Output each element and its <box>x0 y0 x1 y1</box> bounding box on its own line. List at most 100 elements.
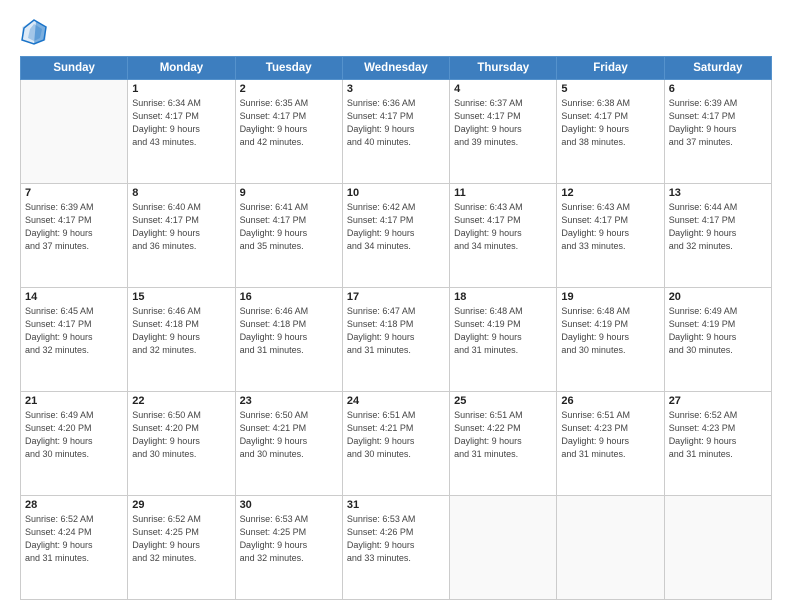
cell-info: Sunrise: 6:51 AM Sunset: 4:23 PM Dayligh… <box>561 409 659 461</box>
calendar-cell: 2 Sunrise: 6:35 AM Sunset: 4:17 PM Daylig… <box>235 80 342 184</box>
cell-info: Sunrise: 6:45 AM Sunset: 4:17 PM Dayligh… <box>25 305 123 357</box>
cell-info: Sunrise: 6:46 AM Sunset: 4:18 PM Dayligh… <box>240 305 338 357</box>
cell-info: Sunrise: 6:49 AM Sunset: 4:19 PM Dayligh… <box>669 305 767 357</box>
cell-info: Sunrise: 6:44 AM Sunset: 4:17 PM Dayligh… <box>669 201 767 253</box>
cell-info: Sunrise: 6:46 AM Sunset: 4:18 PM Dayligh… <box>132 305 230 357</box>
cell-info: Sunrise: 6:40 AM Sunset: 4:17 PM Dayligh… <box>132 201 230 253</box>
logo-icon <box>20 18 48 46</box>
calendar-week-1: 7 Sunrise: 6:39 AM Sunset: 4:17 PM Daylig… <box>21 184 772 288</box>
calendar-cell: 8 Sunrise: 6:40 AM Sunset: 4:17 PM Daylig… <box>128 184 235 288</box>
day-number: 1 <box>132 83 230 95</box>
cell-info: Sunrise: 6:52 AM Sunset: 4:25 PM Dayligh… <box>132 513 230 565</box>
day-number: 25 <box>454 395 552 407</box>
cell-info: Sunrise: 6:52 AM Sunset: 4:24 PM Dayligh… <box>25 513 123 565</box>
calendar-cell: 13 Sunrise: 6:44 AM Sunset: 4:17 PM Dayli… <box>664 184 771 288</box>
cell-info: Sunrise: 6:48 AM Sunset: 4:19 PM Dayligh… <box>561 305 659 357</box>
cell-info: Sunrise: 6:34 AM Sunset: 4:17 PM Dayligh… <box>132 97 230 149</box>
header <box>20 18 772 46</box>
day-number: 19 <box>561 291 659 303</box>
cell-info: Sunrise: 6:48 AM Sunset: 4:19 PM Dayligh… <box>454 305 552 357</box>
calendar-cell: 29 Sunrise: 6:52 AM Sunset: 4:25 PM Dayli… <box>128 496 235 600</box>
calendar-week-3: 21Sunrise: 6:49 AM Sunset: 4:20 PM Dayli… <box>21 392 772 496</box>
calendar-cell: 9Sunrise: 6:41 AM Sunset: 4:17 PM Daylig… <box>235 184 342 288</box>
cell-info: Sunrise: 6:50 AM Sunset: 4:20 PM Dayligh… <box>132 409 230 461</box>
weekday-sunday: Sunday <box>21 57 128 80</box>
logo <box>20 18 52 46</box>
weekday-wednesday: Wednesday <box>342 57 449 80</box>
cell-info: Sunrise: 6:51 AM Sunset: 4:21 PM Dayligh… <box>347 409 445 461</box>
cell-info: Sunrise: 6:43 AM Sunset: 4:17 PM Dayligh… <box>454 201 552 253</box>
calendar-cell: 30 Sunrise: 6:53 AM Sunset: 4:25 PM Dayli… <box>235 496 342 600</box>
day-number: 24 <box>347 395 445 407</box>
day-number: 27 <box>669 395 767 407</box>
cell-info: Sunrise: 6:39 AM Sunset: 4:17 PM Dayligh… <box>669 97 767 149</box>
calendar-cell: 12 Sunrise: 6:43 AM Sunset: 4:17 PM Dayli… <box>557 184 664 288</box>
calendar-cell: 7 Sunrise: 6:39 AM Sunset: 4:17 PM Daylig… <box>21 184 128 288</box>
day-number: 22 <box>132 395 230 407</box>
cell-info: Sunrise: 6:35 AM Sunset: 4:17 PM Dayligh… <box>240 97 338 149</box>
day-number: 5 <box>561 83 659 95</box>
calendar-cell: 31 Sunrise: 6:53 AM Sunset: 4:26 PM Dayli… <box>342 496 449 600</box>
day-number: 21 <box>25 395 123 407</box>
day-number: 7 <box>25 187 123 199</box>
cell-info: Sunrise: 6:43 AM Sunset: 4:17 PM Dayligh… <box>561 201 659 253</box>
cell-info: Sunrise: 6:39 AM Sunset: 4:17 PM Dayligh… <box>25 201 123 253</box>
cell-info: Sunrise: 6:42 AM Sunset: 4:17 PM Dayligh… <box>347 201 445 253</box>
calendar-cell: 14 Sunrise: 6:45 AM Sunset: 4:17 PM Dayli… <box>21 288 128 392</box>
calendar-cell: 24 Sunrise: 6:51 AM Sunset: 4:21 PM Dayli… <box>342 392 449 496</box>
day-number: 31 <box>347 499 445 511</box>
cell-info: Sunrise: 6:51 AM Sunset: 4:22 PM Dayligh… <box>454 409 552 461</box>
calendar-cell: 21Sunrise: 6:49 AM Sunset: 4:20 PM Dayli… <box>21 392 128 496</box>
day-number: 17 <box>347 291 445 303</box>
day-number: 10 <box>347 187 445 199</box>
cell-info: Sunrise: 6:38 AM Sunset: 4:17 PM Dayligh… <box>561 97 659 149</box>
calendar-cell: 15 Sunrise: 6:46 AM Sunset: 4:18 PM Dayli… <box>128 288 235 392</box>
day-number: 2 <box>240 83 338 95</box>
day-number: 14 <box>25 291 123 303</box>
day-number: 29 <box>132 499 230 511</box>
day-number: 23 <box>240 395 338 407</box>
calendar-cell: 20 Sunrise: 6:49 AM Sunset: 4:19 PM Dayli… <box>664 288 771 392</box>
calendar-cell: 3 Sunrise: 6:36 AM Sunset: 4:17 PM Daylig… <box>342 80 449 184</box>
calendar-cell: 17 Sunrise: 6:47 AM Sunset: 4:18 PM Dayli… <box>342 288 449 392</box>
calendar-cell <box>557 496 664 600</box>
calendar-cell: 5 Sunrise: 6:38 AM Sunset: 4:17 PM Daylig… <box>557 80 664 184</box>
calendar-cell <box>664 496 771 600</box>
calendar-week-2: 14 Sunrise: 6:45 AM Sunset: 4:17 PM Dayli… <box>21 288 772 392</box>
cell-info: Sunrise: 6:37 AM Sunset: 4:17 PM Dayligh… <box>454 97 552 149</box>
page: SundayMondayTuesdayWednesdayThursdayFrid… <box>0 0 792 612</box>
calendar-cell: 6 Sunrise: 6:39 AM Sunset: 4:17 PM Daylig… <box>664 80 771 184</box>
cell-info: Sunrise: 6:53 AM Sunset: 4:25 PM Dayligh… <box>240 513 338 565</box>
day-number: 11 <box>454 187 552 199</box>
day-number: 16 <box>240 291 338 303</box>
day-number: 8 <box>132 187 230 199</box>
calendar-cell: 23 Sunrise: 6:50 AM Sunset: 4:21 PM Dayli… <box>235 392 342 496</box>
calendar-cell: 25 Sunrise: 6:51 AM Sunset: 4:22 PM Dayli… <box>450 392 557 496</box>
weekday-tuesday: Tuesday <box>235 57 342 80</box>
day-number: 13 <box>669 187 767 199</box>
day-number: 3 <box>347 83 445 95</box>
day-number: 6 <box>669 83 767 95</box>
weekday-header-row: SundayMondayTuesdayWednesdayThursdayFrid… <box>21 57 772 80</box>
day-number: 28 <box>25 499 123 511</box>
day-number: 20 <box>669 291 767 303</box>
day-number: 12 <box>561 187 659 199</box>
cell-info: Sunrise: 6:53 AM Sunset: 4:26 PM Dayligh… <box>347 513 445 565</box>
day-number: 4 <box>454 83 552 95</box>
calendar-table: SundayMondayTuesdayWednesdayThursdayFrid… <box>20 56 772 600</box>
cell-info: Sunrise: 6:47 AM Sunset: 4:18 PM Dayligh… <box>347 305 445 357</box>
calendar-cell <box>450 496 557 600</box>
calendar-cell: 26 Sunrise: 6:51 AM Sunset: 4:23 PM Dayli… <box>557 392 664 496</box>
weekday-thursday: Thursday <box>450 57 557 80</box>
day-number: 9 <box>240 187 338 199</box>
cell-info: Sunrise: 6:50 AM Sunset: 4:21 PM Dayligh… <box>240 409 338 461</box>
calendar-cell: 10 Sunrise: 6:42 AM Sunset: 4:17 PM Dayli… <box>342 184 449 288</box>
cell-info: Sunrise: 6:36 AM Sunset: 4:17 PM Dayligh… <box>347 97 445 149</box>
calendar-cell: 18Sunrise: 6:48 AM Sunset: 4:19 PM Dayli… <box>450 288 557 392</box>
weekday-monday: Monday <box>128 57 235 80</box>
day-number: 30 <box>240 499 338 511</box>
calendar-cell: 27Sunrise: 6:52 AM Sunset: 4:23 PM Dayli… <box>664 392 771 496</box>
day-number: 26 <box>561 395 659 407</box>
day-number: 15 <box>132 291 230 303</box>
calendar-cell: 1 Sunrise: 6:34 AM Sunset: 4:17 PM Daylig… <box>128 80 235 184</box>
